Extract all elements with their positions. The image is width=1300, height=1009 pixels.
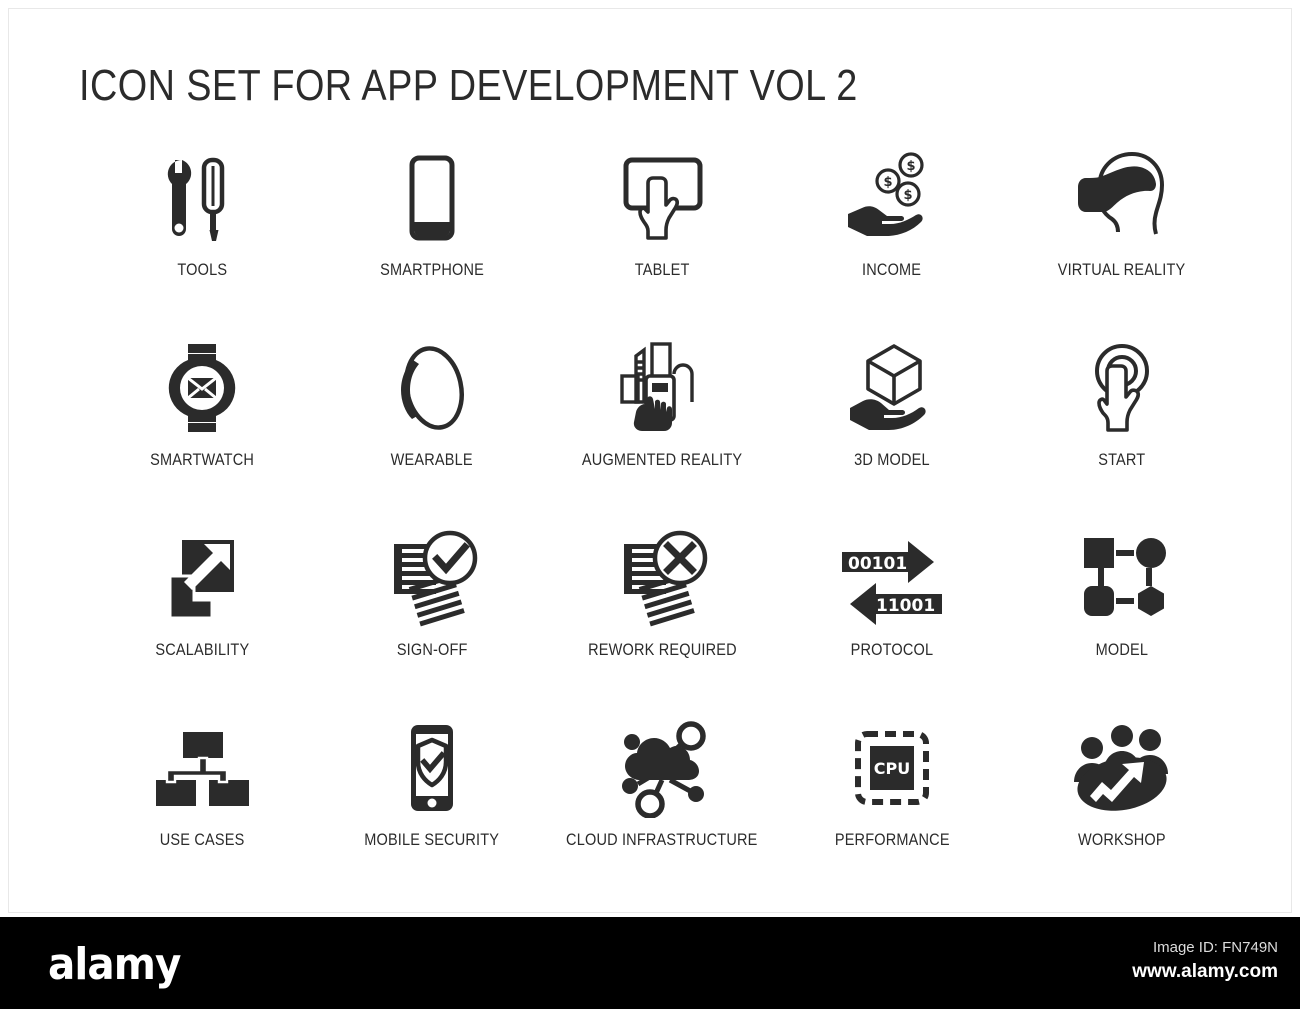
hand-dollar-coins-icon: $ $ $ [833, 139, 951, 257]
icon-label: VIRTUAL REALITY [1058, 261, 1186, 279]
cpu-chip-icon: CPU [833, 709, 951, 827]
icon-label: AUGMENTED REALITY [581, 451, 743, 469]
documents-check-icon [373, 519, 491, 637]
icon-sheet: ICON SET FOR APP DEVELOPMENT VOL 2 TOOLS [8, 8, 1292, 913]
icon-cell-use-cases[interactable]: USE CASES [87, 709, 317, 899]
icon-label: MOBILE SECURITY [364, 831, 500, 849]
icon-cell-tools[interactable]: TOOLS [87, 139, 317, 329]
icon-cell-smartwatch[interactable]: SMARTWATCH [87, 329, 317, 519]
icon-cell-performance[interactable]: CPU PERFORMANCE [777, 709, 1007, 899]
smartwatch-envelope-icon [143, 329, 261, 447]
icon-label: TOOLS [177, 261, 227, 279]
icon-cell-cloud-infrastructure[interactable]: CLOUD INFRASTRUCTURE [547, 709, 777, 899]
icon-label: SCALABILITY [155, 641, 249, 659]
icon-label: SMARTWATCH [150, 451, 254, 469]
people-growth-arrow-icon [1063, 709, 1181, 827]
wrench-screwdriver-icon [143, 139, 261, 257]
icon-label: SMARTPHONE [380, 261, 484, 279]
icon-cell-rework-required[interactable]: REWORK REQUIRED [547, 519, 777, 709]
vr-headset-head-icon [1063, 139, 1181, 257]
icon-cell-workshop[interactable]: WORKSHOP [1007, 709, 1237, 899]
smartphone-icon [373, 139, 491, 257]
icon-cell-wearable[interactable]: WEARABLE [317, 329, 547, 519]
shapes-network-icon [1063, 519, 1181, 637]
tablet-touch-hand-icon [603, 139, 721, 257]
icon-cell-virtual-reality[interactable]: VIRTUAL REALITY [1007, 139, 1237, 329]
protocol-top-bits: 00101 [848, 554, 907, 574]
image-id-label: Image ID: FN749N [1152, 939, 1278, 956]
icon-label: MODEL [1095, 641, 1149, 659]
svg-text:$: $ [906, 159, 915, 174]
wearable-band-icon [373, 329, 491, 447]
icon-label: 3D MODEL [854, 451, 930, 469]
icon-cell-protocol[interactable]: 00101 11001 PROTOCOL [777, 519, 1007, 709]
icon-label: WORKSHOP [1078, 831, 1166, 849]
icon-label: PROTOCOL [850, 641, 934, 659]
icon-cell-3d-model[interactable]: 3D MODEL [777, 329, 1007, 519]
resize-diagonal-arrow-icon [143, 519, 261, 637]
icon-label: USE CASES [159, 831, 245, 849]
icon-label: TABLET [634, 261, 690, 279]
cpu-chip-label: CPU [874, 759, 910, 778]
icon-cell-tablet[interactable]: TABLET [547, 139, 777, 329]
icon-label: START [1098, 451, 1146, 469]
finger-tap-circle-icon [1063, 329, 1181, 447]
alamy-logo: alamy [48, 939, 181, 990]
icon-label: PERFORMANCE [834, 831, 950, 849]
documents-cross-icon [603, 519, 721, 637]
icon-label: REWORK REQUIRED [587, 641, 737, 659]
alamy-watermark-bar: alamy Image ID: FN749N www.alamy.com [0, 917, 1300, 1009]
phone-shield-check-icon [373, 709, 491, 827]
icon-cell-income[interactable]: $ $ $ INCOME [777, 139, 1007, 329]
icon-cell-sign-off[interactable]: SIGN-OFF [317, 519, 547, 709]
page-title: ICON SET FOR APP DEVELOPMENT VOL 2 [79, 61, 858, 110]
icon-label: SIGN-OFF [396, 641, 468, 659]
icon-cell-smartphone[interactable]: SMARTPHONE [317, 139, 547, 329]
icon-cell-mobile-security[interactable]: MOBILE SECURITY [317, 709, 547, 899]
icon-label: CLOUD INFRASTRUCTURE [566, 831, 758, 849]
icon-label: WEARABLE [390, 451, 474, 469]
screenshot-root: ICON SET FOR APP DEVELOPMENT VOL 2 TOOLS [0, 0, 1300, 1009]
icon-grid: TOOLS SMARTPHONE TABLET $ $ $ INCOME VIR… [87, 139, 1237, 899]
icon-cell-start[interactable]: START [1007, 329, 1237, 519]
svg-text:$: $ [903, 188, 912, 203]
icon-cell-augmented-reality[interactable]: AUGMENTED REALITY [547, 329, 777, 519]
icon-cell-model[interactable]: MODEL [1007, 519, 1237, 709]
binary-arrows-icon: 00101 11001 [833, 519, 951, 637]
alamy-url: www.alamy.com [1132, 961, 1278, 982]
hand-phone-buildings-icon [603, 329, 721, 447]
icon-cell-scalability[interactable]: SCALABILITY [87, 519, 317, 709]
hand-cube-icon [833, 329, 951, 447]
svg-text:$: $ [883, 175, 892, 190]
hierarchy-tree-icon [143, 709, 261, 827]
icon-label: INCOME [862, 261, 922, 279]
protocol-bottom-bits: 11001 [876, 596, 935, 616]
cloud-network-icon [603, 709, 721, 827]
